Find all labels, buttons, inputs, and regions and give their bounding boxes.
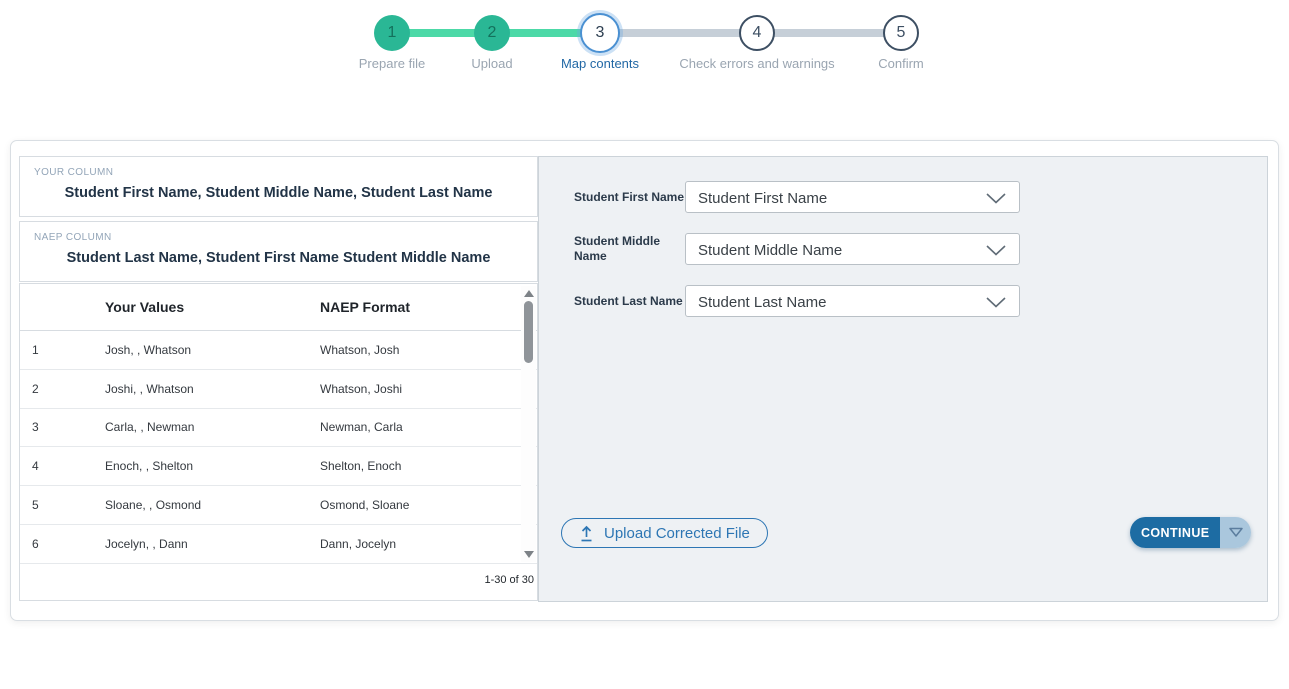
your-value-cell: Josh, , Whatson [105,342,192,357]
naep-format-cell: Newman, Carla [320,420,403,435]
triangle-down-icon [1228,527,1244,538]
selected-value: Student Last Name [698,294,827,311]
step-number: 5 [896,24,906,41]
student-first-name-select[interactable]: Student First Name [685,181,1020,213]
your-column-box: YOUR COLUMN Student First Name, Student … [19,156,538,217]
your-value-cell: Carla, , Newman [105,420,195,435]
naep-format-cell: Whatson, Josh [320,342,400,357]
step-label-map-contents: Map contents [560,56,640,71]
table-row: 3 Carla, , Newman Newman, Carla [20,409,537,448]
step-label-check-errors: Check errors and warnings [679,56,835,71]
values-table: Your Values NAEP Format 1 Josh, , Whatso… [19,283,538,601]
scrollbar-down-icon[interactable] [524,551,534,558]
naep-format-header: NAEP Format [320,299,410,315]
step-circle-check-errors[interactable]: 4 [739,15,775,51]
student-last-name-select[interactable]: Student Last Name [685,285,1020,317]
your-column-value: Student First Name, Student Middle Name,… [64,185,493,201]
step-circle-upload[interactable]: 2 [474,15,510,51]
naep-column-label: NAEP COLUMN [34,232,112,243]
selected-value: Student First Name [698,190,828,207]
row-index: 4 [32,459,39,474]
continue-menu-toggle[interactable] [1220,517,1252,548]
student-middle-name-select[interactable]: Student Middle Name [685,233,1020,265]
scrollbar-thumb[interactable] [524,301,533,363]
chevron-down-icon [986,245,1006,256]
table-row: 2 Joshi, , Whatson Whatson, Joshi [20,370,537,409]
step-label-confirm: Confirm [878,56,924,71]
continue-split-button: CONTINUE [1130,517,1252,548]
your-value-cell: Sloane, , Osmond [105,498,202,513]
row-index: 3 [32,420,39,435]
row-index: 5 [32,498,39,513]
table-row: 4 Enoch, , Shelton Shelton, Enoch [20,447,537,487]
field-student-first-name: Student First Name Student First Name [539,181,1020,213]
map-contents-card: YOUR COLUMN Student First Name, Student … [10,140,1279,621]
naep-format-cell: Shelton, Enoch [320,459,402,474]
step-number: 2 [487,24,497,41]
your-value-cell: Jocelyn, , Dann [105,536,188,551]
continue-button[interactable]: CONTINUE [1130,517,1221,548]
step-circle-prepare-file[interactable]: 1 [374,15,410,51]
table-scrollbar[interactable] [521,286,536,562]
naep-format-cell: Osmond, Sloane [320,498,410,513]
step-number: 3 [595,24,605,41]
scrollbar-up-icon[interactable] [524,290,534,297]
table-row: 5 Sloane, , Osmond Osmond, Sloane [20,486,537,525]
naep-format-cell: Whatson, Joshi [320,381,403,396]
field-student-middle-name: Student Middle Name Student Middle Name [539,233,1020,265]
naep-column-value: Student Last Name, Student First Name St… [66,250,491,266]
chevron-down-icon [986,193,1006,204]
upload-corrected-file-button[interactable]: Upload Corrected File [561,518,768,548]
selected-value: Student Middle Name [698,242,843,259]
your-column-label: YOUR COLUMN [34,167,114,178]
mapping-form-panel: Student First Name Student First Name St… [538,156,1268,602]
upload-icon [579,525,594,542]
step-circle-map-contents[interactable]: 3 [580,13,620,53]
your-value-cell: Enoch, , Shelton [105,459,194,474]
table-row: 6 Jocelyn, , Dann Dann, Jocelyn [20,525,537,564]
table-header-row: Your Values NAEP Format [20,284,537,331]
step-number: 1 [387,24,397,41]
field-student-last-name: Student Last Name Student Last Name [539,285,1020,317]
field-label: Student Middle Name [574,234,660,263]
chevron-down-icon [986,297,1006,308]
table-row: 1 Josh, , Whatson Whatson, Josh [20,331,537,370]
pagination-status: 1-30 of 30 [484,574,534,586]
step-label-prepare-file: Prepare file [358,56,426,71]
naep-column-box: NAEP COLUMN Student Last Name, Student F… [19,221,538,282]
wizard-stepper: 1 2 3 4 5 Prepare file Upload Map conten… [0,0,1289,110]
field-label: Student Last Name [574,293,683,308]
step-circle-confirm[interactable]: 5 [883,15,919,51]
step-number: 4 [752,24,762,41]
naep-format-cell: Dann, Jocelyn [320,536,397,551]
stepper-connector [599,29,757,37]
row-index: 1 [32,342,39,357]
step-label-upload: Upload [471,56,513,71]
field-label: Student First Name [574,189,685,204]
row-index: 2 [32,381,39,396]
your-value-cell: Joshi, , Whatson [105,381,194,396]
stepper-connector [757,29,901,37]
column-preview-panel: YOUR COLUMN Student First Name, Student … [19,156,538,601]
row-index: 6 [32,536,39,551]
your-values-header: Your Values [105,299,185,315]
upload-button-label: Upload Corrected File [604,524,750,542]
